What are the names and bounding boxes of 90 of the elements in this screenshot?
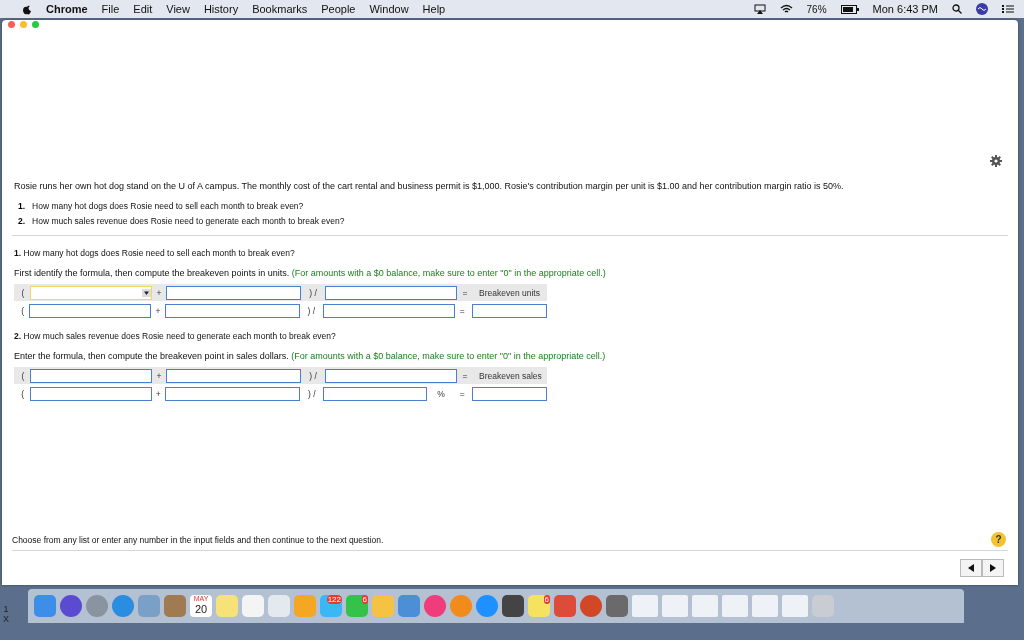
sheet-row-label: 1 xyxy=(3,604,9,614)
app-icon[interactable] xyxy=(502,595,524,617)
result-label: Breakeven sales xyxy=(478,370,542,381)
siri-icon[interactable] xyxy=(976,3,988,15)
next-button[interactable] xyxy=(982,559,1004,577)
input-field[interactable] xyxy=(29,386,152,401)
part-title: 2. How much sales revenue does Rosie need to generate each month to break even? xyxy=(14,331,337,341)
app-icon[interactable]: 6 xyxy=(528,595,550,617)
notification-badge: 6 xyxy=(361,595,368,604)
app-icon[interactable]: 122 xyxy=(320,595,342,617)
result-field[interactable] xyxy=(472,386,547,401)
instruction-text: First identify the formula, then compute the breakeven points in units. (For amounts with a $0 balance, make sure to enter "0" in the appropriate cell.) xyxy=(14,268,607,278)
formula-symbol: ( xyxy=(20,305,26,316)
formula-symbol: ) / xyxy=(308,287,318,298)
question-text: How much sales revenue does Rosie need to generate each month to break even? xyxy=(32,216,345,226)
input-field[interactable] xyxy=(325,368,457,383)
sheet-row-label: X xyxy=(3,614,9,624)
formula-symbol: + xyxy=(154,388,162,399)
app-icon[interactable] xyxy=(60,595,82,617)
apple-icon[interactable] xyxy=(22,3,32,15)
formula-symbol: ( xyxy=(20,287,26,298)
previous-button[interactable] xyxy=(960,559,982,577)
menu-item[interactable]: File xyxy=(101,3,120,15)
input-field[interactable] xyxy=(164,303,300,318)
formula-symbol: = xyxy=(461,287,469,298)
formula-symbol: + xyxy=(155,287,163,298)
question-number: 1. xyxy=(18,201,26,211)
formula-symbol: = xyxy=(458,388,466,399)
question-number: 2. xyxy=(18,216,26,226)
input-field[interactable] xyxy=(325,285,457,300)
search-icon[interactable] xyxy=(952,4,962,14)
dropdown-field[interactable] xyxy=(30,285,152,300)
formula-symbol: + xyxy=(155,370,163,381)
input-field[interactable] xyxy=(165,386,301,401)
input-field[interactable] xyxy=(29,303,152,318)
menu-item[interactable]: View xyxy=(166,3,190,15)
instruction-text: Enter the formula, then compute the breakeven point in sales dollars. (For amounts with a $0 balance, make sure to enter "0" in the appropriate cell.) xyxy=(14,351,607,361)
clock[interactable]: Mon 6:43 PM xyxy=(872,3,938,15)
input-field[interactable] xyxy=(323,386,428,401)
window-thumbnail[interactable] xyxy=(722,595,748,617)
airplay-icon[interactable] xyxy=(753,4,766,14)
formula-symbol: ) / xyxy=(306,388,317,399)
percent-sign: % xyxy=(436,388,446,399)
menu-item[interactable]: Edit xyxy=(133,3,153,15)
formula-symbol: ( xyxy=(20,388,26,399)
window-thumbnail[interactable] xyxy=(752,595,778,617)
window-thumbnail[interactable] xyxy=(662,595,688,617)
input-field[interactable] xyxy=(322,303,455,318)
settings-icon[interactable] xyxy=(990,155,1002,167)
formula-symbol: ) / xyxy=(306,305,316,316)
problem-text: Rosie runs her own hot dog stand on the U of A campus. The monthly cost of the cart rental and business permit is $1,000. Rosie's contribution margin per unit is $1.00 and her contribution margin ratio is 50%. xyxy=(14,181,845,191)
app-icon[interactable] xyxy=(580,595,602,617)
result-label: Breakeven units xyxy=(478,287,540,298)
app-icon[interactable] xyxy=(606,595,628,617)
formula-symbol: + xyxy=(154,305,162,316)
input-field[interactable] xyxy=(166,368,301,383)
notification-badge: 6 xyxy=(543,595,550,604)
menu-item[interactable]: Help xyxy=(422,3,446,15)
left-arrow-icon xyxy=(968,564,974,572)
close-icon[interactable] xyxy=(8,21,15,28)
formula-symbol: = xyxy=(461,370,469,381)
formula-symbol: ( xyxy=(20,370,26,381)
battery-icon[interactable] xyxy=(840,4,859,14)
help-button[interactable]: ? xyxy=(991,532,1006,547)
menu-item[interactable]: History xyxy=(203,3,239,15)
input-field[interactable] xyxy=(166,285,301,300)
formula-symbol: ) / xyxy=(308,370,318,381)
notification-badge: 122 xyxy=(326,595,342,604)
minimize-icon[interactable] xyxy=(20,21,27,28)
zoom-icon[interactable] xyxy=(32,21,39,28)
hint-text: Choose from any list or enter any number in the input fields and then continue to the next question. xyxy=(12,534,384,545)
formula-symbol: = xyxy=(458,305,466,316)
window-thumbnail[interactable] xyxy=(692,595,718,617)
menu-item[interactable]: Bookmarks xyxy=(252,3,308,15)
window-thumbnail[interactable] xyxy=(632,595,658,617)
wifi-icon[interactable] xyxy=(779,4,793,14)
window-thumbnail[interactable] xyxy=(782,595,808,617)
right-arrow-icon xyxy=(990,564,996,572)
question-text: How many hot dogs does Rosie need to sell each month to break even? xyxy=(32,201,304,211)
app-icon[interactable]: 6 xyxy=(346,595,368,617)
result-field[interactable] xyxy=(472,303,547,318)
menu-item[interactable]: People xyxy=(321,3,356,15)
menu-item[interactable]: Window xyxy=(369,3,409,15)
input-field[interactable] xyxy=(30,368,152,383)
app-menu[interactable]: Chrome xyxy=(46,3,88,15)
battery-percent: 76% xyxy=(806,3,827,15)
app-icon[interactable] xyxy=(554,595,576,617)
dropdown-arrow-icon xyxy=(142,288,151,297)
list-icon[interactable] xyxy=(1002,4,1014,14)
part-title: 1. How many hot dogs does Rosie need to sell each month to break even? xyxy=(14,248,296,258)
